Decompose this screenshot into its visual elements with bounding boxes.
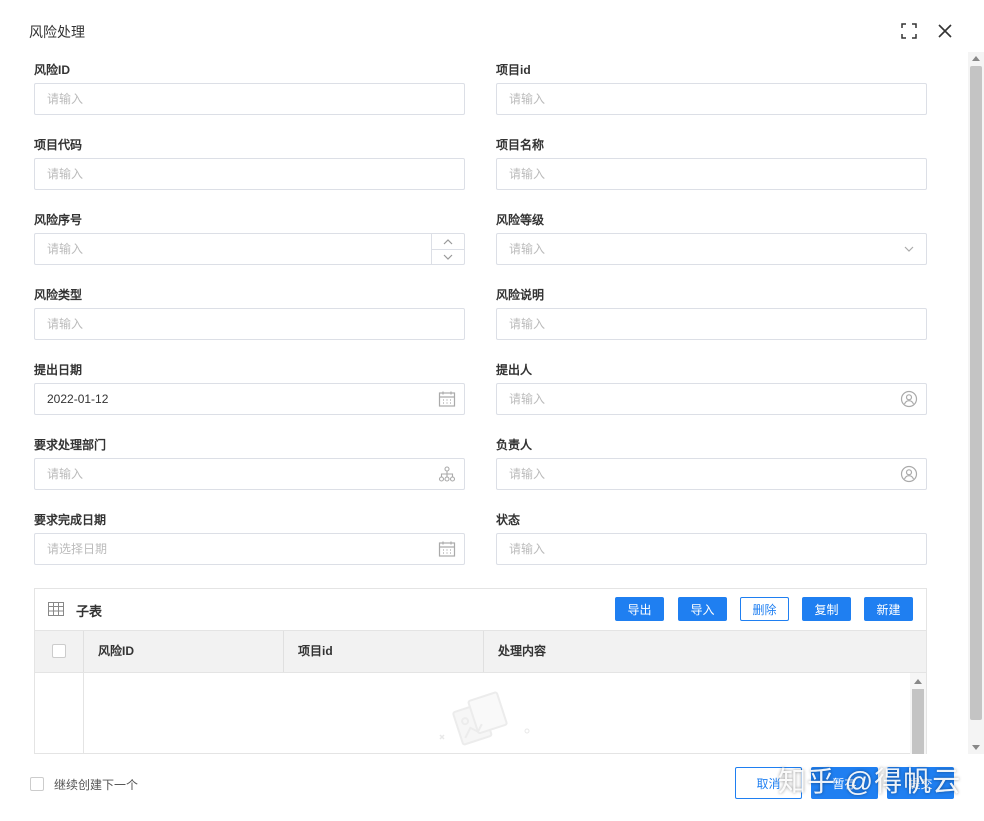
copy-button[interactable]: 复制 — [802, 597, 851, 621]
due-date-picker[interactable]: 请选择日期 — [34, 533, 465, 565]
user-icon — [900, 390, 918, 408]
scroll-up-arrow-icon[interactable] — [972, 56, 980, 61]
empty-data-icon — [439, 691, 530, 746]
risk-id-input[interactable]: 请输入 — [34, 83, 465, 115]
select-all-cell — [35, 631, 84, 672]
project-id-input[interactable]: 请输入 — [496, 83, 927, 115]
status-input[interactable]: 请输入 — [496, 533, 927, 565]
project-name-placeholder: 请输入 — [509, 167, 546, 181]
decrement-button[interactable] — [432, 249, 464, 264]
calendar-icon — [438, 541, 456, 557]
submit-date-picker[interactable]: 2022-01-12 — [34, 383, 465, 415]
risk-type-placeholder: 请输入 — [47, 317, 84, 331]
table-icon — [48, 602, 64, 616]
column-header-content[interactable]: 处理内容 — [484, 631, 926, 672]
project-code-placeholder: 请输入 — [47, 167, 84, 181]
chevron-down-icon — [904, 246, 914, 252]
project-id-placeholder: 请输入 — [509, 92, 546, 106]
submitter-label: 提出人 — [496, 363, 533, 377]
submit-date-label: 提出日期 — [34, 363, 83, 377]
increment-button[interactable] — [432, 234, 464, 249]
scrollbar-thumb[interactable] — [912, 689, 924, 754]
required-dept-label: 要求处理部门 — [34, 438, 107, 452]
risk-id-label: 风险ID — [34, 63, 71, 77]
form-scrollbar[interactable] — [968, 52, 984, 754]
delete-button[interactable]: 删除 — [740, 597, 789, 621]
scroll-down-arrow-icon[interactable] — [972, 745, 980, 750]
calendar-icon — [438, 391, 456, 407]
owner-label: 负责人 — [496, 438, 533, 452]
submitter-user-picker[interactable]: 请输入 — [496, 383, 927, 415]
status-placeholder: 请输入 — [509, 542, 546, 556]
chevron-up-icon — [443, 238, 453, 244]
risk-seq-placeholder: 请输入 — [47, 242, 84, 256]
owner-user-picker[interactable]: 请输入 — [496, 458, 927, 490]
risk-desc-input[interactable]: 请输入 — [496, 308, 927, 340]
project-code-label: 项目代码 — [34, 138, 83, 152]
subtable-toolbar: 子表 导出 导入 删除 复制 新建 — [35, 589, 926, 630]
dialog-title: 风险处理 — [29, 24, 85, 40]
fullscreen-icon[interactable] — [900, 22, 918, 40]
project-name-label: 项目名称 — [496, 138, 545, 152]
submitter-placeholder: 请输入 — [509, 392, 546, 406]
scroll-up-arrow-icon[interactable] — [914, 679, 922, 684]
risk-level-select[interactable]: 请输入 — [496, 233, 927, 265]
due-date-label: 要求完成日期 — [34, 513, 107, 527]
risk-desc-placeholder: 请输入 — [509, 317, 546, 331]
subtable-body — [35, 673, 926, 754]
risk-type-input[interactable]: 请输入 — [34, 308, 465, 340]
scrollbar-thumb[interactable] — [970, 66, 982, 720]
continue-create-label[interactable]: 继续创建下一个 — [54, 776, 138, 793]
status-label: 状态 — [496, 513, 521, 527]
export-button[interactable]: 导出 — [615, 597, 664, 621]
new-button[interactable]: 新建 — [864, 597, 913, 621]
org-tree-icon — [438, 466, 456, 482]
import-button[interactable]: 导入 — [678, 597, 727, 621]
risk-id-placeholder: 请输入 — [47, 92, 84, 106]
owner-placeholder: 请输入 — [509, 467, 546, 481]
column-header-project-id[interactable]: 项目id — [284, 631, 484, 672]
project-id-label: 项目id — [496, 63, 531, 77]
subtable-header-row: 风险ID 项目id 处理内容 — [35, 630, 926, 673]
continue-create-checkbox[interactable] — [30, 777, 44, 791]
column-divider — [83, 673, 84, 754]
risk-type-label: 风险类型 — [34, 288, 83, 302]
risk-level-label: 风险等级 — [496, 213, 545, 227]
subtable-scrollbar[interactable] — [910, 673, 926, 754]
column-header-risk-id[interactable]: 风险ID — [84, 631, 284, 672]
project-name-input[interactable]: 请输入 — [496, 158, 927, 190]
subtable: 子表 导出 导入 删除 复制 新建 风险ID 项目id 处理内容 — [34, 588, 927, 754]
chevron-down-icon — [443, 254, 453, 260]
project-code-input[interactable]: 请输入 — [34, 158, 465, 190]
risk-level-placeholder: 请输入 — [509, 242, 546, 256]
risk-desc-label: 风险说明 — [496, 288, 545, 302]
submit-date-value: 2022-01-12 — [47, 392, 109, 406]
select-all-checkbox[interactable] — [52, 644, 66, 658]
subtable-title: 子表 — [76, 604, 103, 619]
number-stepper[interactable] — [431, 234, 464, 264]
risk-seq-number-input[interactable]: 请输入 — [34, 233, 465, 265]
due-date-placeholder: 请选择日期 — [47, 542, 108, 556]
risk-seq-label: 风险序号 — [34, 213, 83, 227]
user-icon — [900, 465, 918, 483]
close-icon[interactable] — [936, 22, 954, 40]
watermark: 知乎 @得帆云 — [778, 766, 962, 797]
required-dept-placeholder: 请输入 — [47, 467, 84, 481]
required-dept-picker[interactable]: 请输入 — [34, 458, 465, 490]
